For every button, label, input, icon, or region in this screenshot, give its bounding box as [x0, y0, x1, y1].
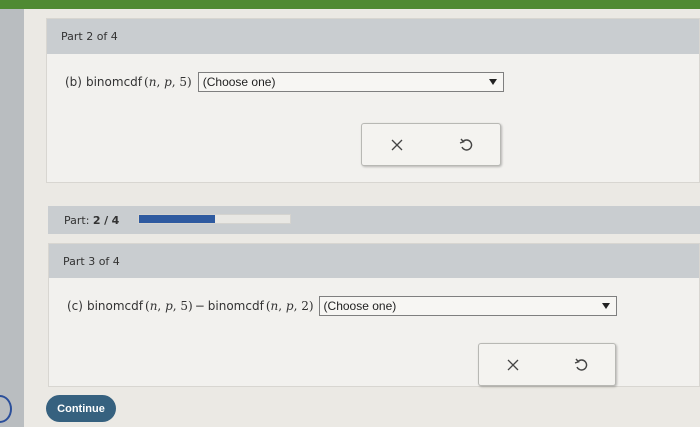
top-strip [0, 0, 700, 9]
x-icon[interactable] [386, 134, 408, 156]
part3-panel: Part 3 of 4 (c) binomcdf (n, p, 5) − bin… [48, 243, 700, 387]
part3-header-text: Part 3 of 4 [63, 254, 120, 268]
part3-select[interactable]: (Choose one) [318, 296, 617, 316]
continue-label: Continue [57, 402, 105, 415]
undo-icon[interactable] [570, 354, 592, 376]
x-icon[interactable] [502, 354, 524, 376]
part2-header: Part 2 of 4 [47, 19, 699, 54]
part2-panel: Part 2 of 4 (b) binomcdf (n, p, 5) (Choo… [46, 18, 700, 183]
part3-minus: − [194, 299, 205, 313]
part2-header-text: Part 2 of 4 [61, 30, 118, 43]
part3-args2: (n, p, 2) [265, 299, 314, 313]
part2-select-value: (Choose one) [202, 75, 276, 89]
continue-button[interactable]: Continue [46, 395, 116, 422]
progress-bar-fill [139, 215, 215, 223]
part3-fn2: binomcdf [207, 299, 264, 313]
part2-action-box [361, 123, 501, 166]
undo-icon[interactable] [455, 134, 477, 156]
part2-select[interactable]: (Choose one) [197, 72, 504, 92]
part2-fn: binomcdf [85, 75, 143, 89]
progress-bar [138, 214, 291, 224]
chevron-down-icon [601, 303, 610, 309]
part2-question: (b) binomcdf (n, p, 5) (Choose one) [65, 72, 504, 92]
part2-label: (b) [65, 75, 82, 89]
left-margin [0, 9, 24, 427]
part3-fn: binomcdf [86, 299, 143, 313]
chevron-down-icon [488, 79, 497, 85]
part3-header: Part 3 of 4 [49, 244, 699, 278]
part3-label: (c) [67, 299, 83, 313]
progress-current: 2 [92, 213, 101, 227]
progress-label: Part: 2 / 4 [64, 213, 120, 227]
progress-total: 4 [111, 213, 120, 227]
part2-args: (n, p, 5) [144, 75, 192, 89]
part3-select-value: (Choose one) [323, 299, 397, 313]
part3-args1: (n, p, 5) [145, 299, 193, 313]
part3-action-box [478, 343, 616, 386]
progress-row: Part: 2 / 4 [48, 206, 700, 234]
part3-question: (c) binomcdf (n, p, 5) − binomcdf (n, p,… [67, 296, 617, 316]
